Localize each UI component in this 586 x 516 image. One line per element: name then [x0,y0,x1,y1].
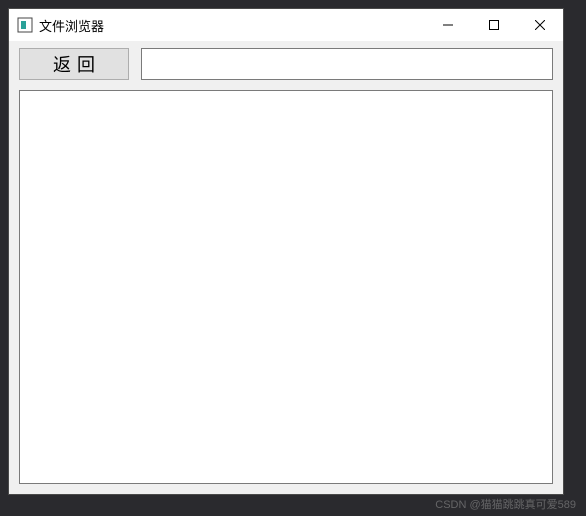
window-title: 文件浏览器 [39,16,425,35]
path-input[interactable] [141,48,553,80]
watermark-text: CSDN @猫猫跳跳真可爱589 [435,496,576,512]
minimize-button[interactable] [425,9,471,41]
close-icon [535,20,545,30]
back-button[interactable]: 返回 [19,48,129,80]
window-controls [425,9,563,41]
file-browser-window: 文件浏览器 返回 [8,8,564,495]
maximize-icon [489,20,499,30]
toolbar: 返回 [9,41,563,84]
titlebar: 文件浏览器 [9,9,563,41]
minimize-icon [443,20,453,30]
maximize-button[interactable] [471,9,517,41]
app-icon [17,17,33,33]
file-list-area[interactable] [19,90,553,484]
close-button[interactable] [517,9,563,41]
